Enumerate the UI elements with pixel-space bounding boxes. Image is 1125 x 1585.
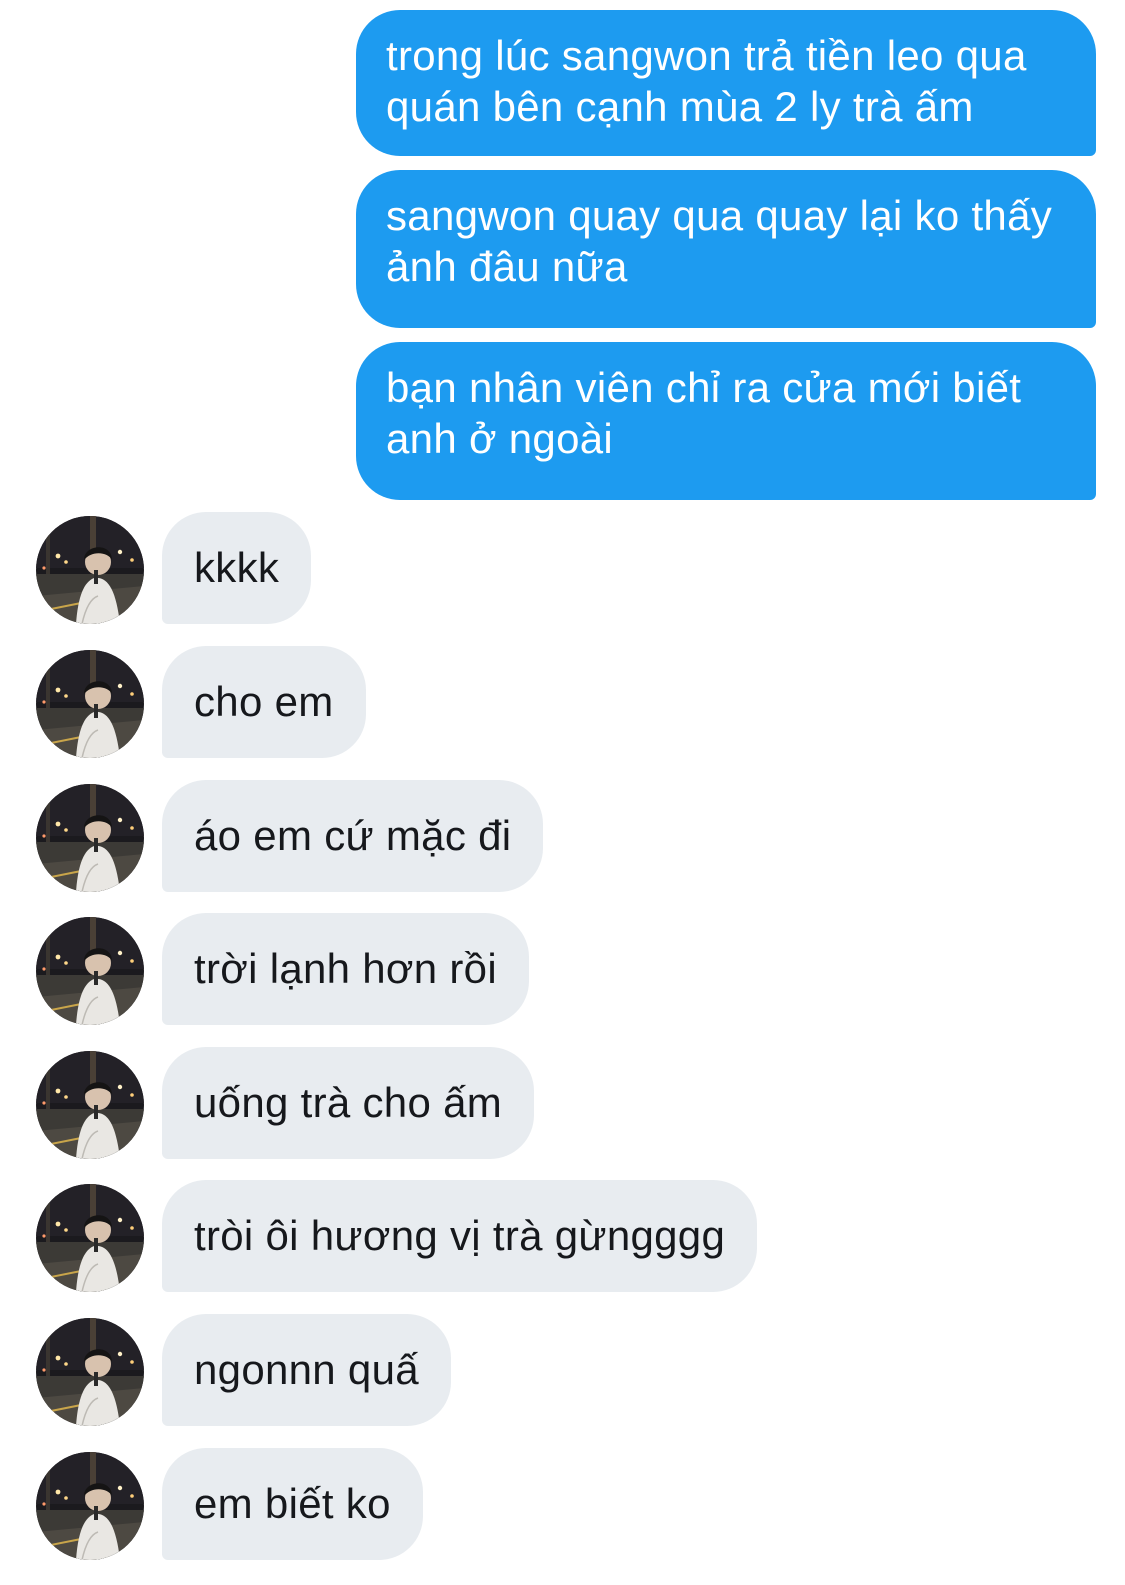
profile-photo-icon xyxy=(36,917,144,1025)
profile-photo-icon xyxy=(36,1051,144,1159)
profile-photo-icon xyxy=(36,1184,144,1292)
sent-message-text: trong lúc sangwon trả tiền leo qua quán … xyxy=(386,32,1027,130)
avatar[interactable] xyxy=(36,1452,144,1560)
received-message-text: uống trà cho ấm xyxy=(194,1079,503,1126)
avatar[interactable] xyxy=(36,784,144,892)
received-message-text: ngonnn quấ xyxy=(194,1346,419,1393)
received-message-bubble[interactable]: em biết ko xyxy=(162,1448,423,1560)
sent-message-bubble[interactable]: bạn nhân viên chỉ ra cửa mới biết anh ở … xyxy=(356,342,1096,500)
received-message-row: uống trà cho ấm xyxy=(0,1047,1125,1159)
sent-message-bubble[interactable]: sangwon quay qua quay lại ko thấy ảnh đâ… xyxy=(356,170,1096,328)
avatar[interactable] xyxy=(36,1184,144,1292)
received-message-text: tròi ôi hương vị trà gừngggg xyxy=(194,1212,726,1259)
received-message-row: em biết ko xyxy=(0,1448,1125,1560)
received-message-bubble[interactable]: trời lạnh hơn rồi xyxy=(162,913,529,1025)
received-message-bubble[interactable]: cho em xyxy=(162,646,366,758)
received-message-text: em biết ko xyxy=(194,1480,391,1527)
avatar[interactable] xyxy=(36,650,144,758)
received-message-row: tròi ôi hương vị trà gừngggg xyxy=(0,1180,1125,1292)
received-message-bubble[interactable]: kkkk xyxy=(162,512,312,624)
received-message-bubble[interactable]: áo em cứ mặc đi xyxy=(162,780,544,892)
profile-photo-icon xyxy=(36,1452,144,1560)
received-message-row: trời lạnh hơn rồi xyxy=(0,913,1125,1025)
received-message-row: ngonnn quấ xyxy=(0,1314,1125,1426)
received-message-row: cho em xyxy=(0,646,1125,758)
avatar[interactable] xyxy=(36,1318,144,1426)
received-message-text: cho em xyxy=(194,678,334,725)
profile-photo-icon xyxy=(36,650,144,758)
sent-message-text: sangwon quay qua quay lại ko thấy ảnh đâ… xyxy=(386,192,1053,290)
received-message-bubble[interactable]: uống trà cho ấm xyxy=(162,1047,535,1159)
received-message-bubble[interactable]: tròi ôi hương vị trà gừngggg xyxy=(162,1180,758,1292)
profile-photo-icon xyxy=(36,1318,144,1426)
avatar[interactable] xyxy=(36,516,144,624)
avatar[interactable] xyxy=(36,917,144,1025)
avatar[interactable] xyxy=(36,1051,144,1159)
sent-message-text: bạn nhân viên chỉ ra cửa mới biết anh ở … xyxy=(386,364,1022,462)
sent-message-bubble[interactable]: trong lúc sangwon trả tiền leo qua quán … xyxy=(356,10,1096,156)
received-message-row: áo em cứ mặc đi xyxy=(0,780,1125,892)
received-message-text: áo em cứ mặc đi xyxy=(194,812,512,859)
profile-photo-icon xyxy=(36,784,144,892)
profile-photo-icon xyxy=(36,516,144,624)
received-message-row: kkkk xyxy=(0,512,1125,624)
received-message-text: trời lạnh hơn rồi xyxy=(194,945,497,992)
received-message-bubble[interactable]: ngonnn quấ xyxy=(162,1314,451,1426)
received-message-text: kkkk xyxy=(194,544,280,591)
